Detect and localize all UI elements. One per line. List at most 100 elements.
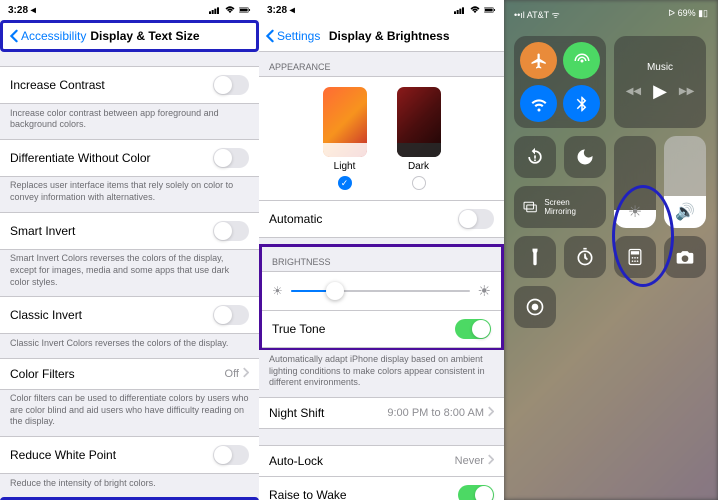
increase-contrast-row[interactable]: Increase Contrast <box>0 66 259 104</box>
theme-label: Dark <box>408 161 429 172</box>
chevron-right-icon <box>487 454 494 468</box>
row-desc: Color filters can be used to differentia… <box>0 389 259 436</box>
play-button[interactable]: ▶ <box>653 81 667 102</box>
smart-invert-toggle[interactable] <box>213 221 249 241</box>
row-label: Reduce White Point <box>10 448 116 462</box>
nav-bar: Settings Display & Brightness <box>259 20 504 52</box>
row-label: Automatic <box>269 212 322 226</box>
nav-bar-highlighted: Accessibility Display & Text Size <box>0 20 259 52</box>
status-time: 3:28 ◂ <box>8 5 36 16</box>
row-label: Night Shift <box>269 406 324 420</box>
bluetooth-button[interactable] <box>563 85 600 122</box>
differentiate-color-row[interactable]: Differentiate Without Color <box>0 139 259 177</box>
row-label: Differentiate Without Color <box>10 151 151 165</box>
music-tile[interactable]: Music ◀◀ ▶ ▶▶ <box>614 36 706 128</box>
do-not-disturb-button[interactable] <box>564 136 606 178</box>
page-title: Display & Brightness <box>280 29 498 43</box>
differentiate-color-toggle[interactable] <box>213 148 249 168</box>
wifi-button[interactable] <box>520 85 557 122</box>
screen-record-button[interactable] <box>514 286 556 328</box>
row-desc: Increase color contrast between app fore… <box>0 104 259 139</box>
brightness-slider-tile[interactable]: ☀︎ <box>614 136 656 228</box>
brightness-section-highlighted: BRIGHTNESS ☀︎ ☀︎ True Tone <box>259 244 504 351</box>
chevron-right-icon <box>487 406 494 420</box>
prev-track-button[interactable]: ◀◀ <box>626 86 641 97</box>
section-header: BRIGHTNESS <box>262 247 501 271</box>
orientation-lock-button[interactable] <box>514 136 556 178</box>
raise-to-wake-toggle[interactable] <box>458 485 494 500</box>
camera-button[interactable] <box>664 236 706 278</box>
reduce-white-point-toggle[interactable] <box>213 445 249 465</box>
screen-mirroring-button[interactable]: Screen Mirroring <box>514 186 606 228</box>
status-bar: 3:28 ◂ <box>0 0 259 20</box>
connectivity-tile[interactable] <box>514 36 606 128</box>
row-desc: Automatically adapt iPhone display based… <box>259 350 504 397</box>
light-radio-checked[interactable] <box>338 176 352 190</box>
page-title: Display & Text Size <box>90 29 250 43</box>
row-value: Off <box>225 368 239 380</box>
auto-lock-row[interactable]: Auto-Lock Never <box>259 445 504 477</box>
row-value: 9:00 PM to 8:00 AM <box>387 407 484 419</box>
music-controls: ◀◀ ▶ ▶▶ <box>626 81 695 102</box>
cc-status-bar: ••ıl AT&T ᯤ ᐅ 69% ▮▯ <box>504 8 718 21</box>
brightness-slider-row: ☀︎ ☀︎ <box>262 271 501 310</box>
classic-invert-toggle[interactable] <box>213 305 249 325</box>
sun-icon: ☀︎ <box>628 202 642 222</box>
battery-label: ᐅ 69% ▮▯ <box>668 8 708 21</box>
night-shift-row[interactable]: Night Shift 9:00 PM to 8:00 AM <box>259 397 504 429</box>
section-header: APPEARANCE <box>259 52 504 76</box>
dark-thumbnail <box>397 87 441 157</box>
volume-icon: 🔊 <box>675 202 695 222</box>
row-desc: Classic Invert Colors reverses the color… <box>0 334 259 358</box>
music-label: Music <box>647 62 673 73</box>
mirroring-label: Screen Mirroring <box>544 198 598 216</box>
true-tone-row[interactable]: True Tone <box>262 310 501 348</box>
accessibility-display-panel: 3:28 ◂ Accessibility Display & Text Size… <box>0 0 259 500</box>
increase-contrast-toggle[interactable] <box>213 75 249 95</box>
airplane-mode-button[interactable] <box>520 42 557 79</box>
theme-light[interactable]: Light <box>323 87 367 190</box>
true-tone-toggle[interactable] <box>455 319 491 339</box>
row-label: True Tone <box>272 322 325 336</box>
appearance-selector: Light Dark <box>259 76 504 200</box>
timer-button[interactable] <box>564 236 606 278</box>
status-icons <box>209 5 251 15</box>
row-label: Color Filters <box>10 367 75 381</box>
back-button[interactable]: Accessibility <box>9 29 86 43</box>
raise-to-wake-row[interactable]: Raise to Wake <box>259 476 504 500</box>
sun-small-icon: ☀︎ <box>272 284 283 298</box>
color-filters-row[interactable]: Color Filters Off <box>0 358 259 390</box>
row-label: Increase Contrast <box>10 78 105 92</box>
classic-invert-row[interactable]: Classic Invert <box>0 296 259 334</box>
cellular-data-button[interactable] <box>563 42 600 79</box>
row-desc: Smart Invert Colors reverses the colors … <box>0 249 259 296</box>
slider-thumb[interactable] <box>326 282 344 300</box>
display-brightness-panel: 3:28 ◂ Settings Display & Brightness APP… <box>259 0 504 500</box>
light-thumbnail <box>323 87 367 157</box>
sun-large-icon: ☀︎ <box>478 282 491 300</box>
row-label: Raise to Wake <box>269 488 347 500</box>
row-label: Smart Invert <box>10 224 75 238</box>
status-icons <box>454 5 496 15</box>
brightness-slider[interactable] <box>291 290 470 292</box>
carrier-label: ••ıl AT&T ᯤ <box>514 8 560 21</box>
next-track-button[interactable]: ▶▶ <box>679 86 694 97</box>
smart-invert-row[interactable]: Smart Invert <box>0 212 259 250</box>
back-label: Accessibility <box>21 29 86 43</box>
calculator-button[interactable] <box>614 236 656 278</box>
theme-dark[interactable]: Dark <box>397 87 441 190</box>
automatic-toggle[interactable] <box>458 209 494 229</box>
reduce-white-point-row[interactable]: Reduce White Point <box>0 436 259 474</box>
volume-slider-tile[interactable]: 🔊 <box>664 136 706 228</box>
theme-label: Light <box>334 161 356 172</box>
dark-radio[interactable] <box>412 176 426 190</box>
row-desc: Reduce the intensity of bright colors. <box>0 474 259 498</box>
row-desc: Replaces user interface items that rely … <box>0 176 259 211</box>
flashlight-button[interactable] <box>514 236 556 278</box>
row-value: Never <box>455 455 484 467</box>
status-time: 3:28 ◂ <box>267 5 295 16</box>
row-label: Auto-Lock <box>269 454 323 468</box>
control-center-panel: ••ıl AT&T ᯤ ᐅ 69% ▮▯ Music ◀◀ ▶ ▶▶ <box>504 0 718 500</box>
automatic-row[interactable]: Automatic <box>259 200 504 238</box>
status-bar: 3:28 ◂ <box>259 0 504 20</box>
